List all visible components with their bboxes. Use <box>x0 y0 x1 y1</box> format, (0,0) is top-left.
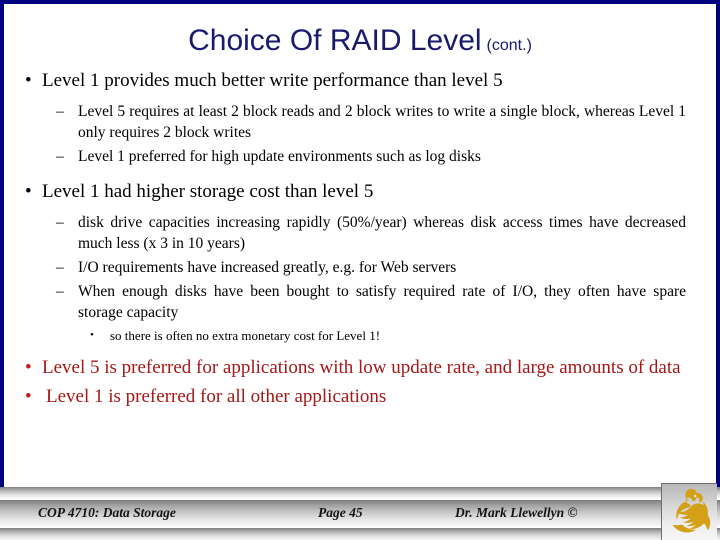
bullet-glyph-level2: – <box>56 259 64 276</box>
slide-footer: COP 4710: Data Storage Page 45 Dr. Mark … <box>0 486 720 540</box>
bullet-glyph-level1: • <box>25 70 32 91</box>
bullet-level2: – I/O requirements have increased greatl… <box>0 257 716 278</box>
bullet-glyph-level2: – <box>56 214 64 231</box>
bullet-level2: – Level 5 requires at least 2 block read… <box>0 101 716 143</box>
bullet-text: Level 5 is preferred for applications wi… <box>42 357 681 378</box>
bullet-glyph-level1: • <box>25 181 32 202</box>
bullet-text: Level 1 preferred for high update enviro… <box>78 148 481 165</box>
bullet-glyph-level2: – <box>56 148 64 165</box>
footer-author-label: Dr. Mark Llewellyn © <box>455 505 578 520</box>
slide-body: • Level 1 provides much better write per… <box>0 68 716 488</box>
bullet-level3: • so there is often no extra monetary co… <box>0 326 716 345</box>
ucf-pegasus-logo <box>661 483 717 540</box>
slide-title: Choice Of RAID Level (cont.) <box>0 24 720 58</box>
slide-title-continuation: (cont.) <box>486 37 532 54</box>
bullet-level1: • Level 1 provides much better write per… <box>0 68 716 94</box>
footer-band-bottom <box>0 528 720 540</box>
footer-page-number: Page 45 <box>318 505 363 520</box>
bullet-text: When enough disks have been bought to sa… <box>78 283 686 321</box>
slide-canvas: Choice Of RAID Level (cont.) • Level 1 pr… <box>0 0 720 540</box>
bullet-level1-highlight: • Level 1 is preferred for all other app… <box>0 384 716 410</box>
slide-border-top <box>0 0 720 4</box>
bullet-text: Level 5 requires at least 2 block reads … <box>78 103 686 141</box>
bullet-level2: – disk drive capacities increasing rapid… <box>0 212 716 254</box>
bullet-text: I/O requirements have increased greatly,… <box>78 259 457 276</box>
bullet-glyph-level2: – <box>56 283 64 300</box>
bullet-glyph-level2: – <box>56 103 64 120</box>
slide-title-main: Choice Of RAID Level <box>188 24 482 57</box>
footer-band-top <box>0 487 720 498</box>
bullet-glyph-level3: • <box>90 329 94 341</box>
bullet-level2: – Level 1 preferred for high update envi… <box>0 146 716 167</box>
bullet-text: disk drive capacities increasing rapidly… <box>78 214 686 252</box>
bullet-level1-highlight: • Level 5 is preferred for applications … <box>0 355 716 381</box>
bullet-level2: – When enough disks have been bought to … <box>0 281 716 323</box>
bullet-text: Level 1 is preferred for all other appli… <box>46 386 387 407</box>
bullet-text: Level 1 provides much better write perfo… <box>42 70 503 91</box>
footer-course-label: COP 4710: Data Storage <box>38 505 176 520</box>
bullet-glyph-level1: • <box>25 386 32 407</box>
slide-border-right <box>716 0 720 492</box>
bullet-level1: • Level 1 had higher storage cost than l… <box>0 179 716 205</box>
bullet-text: Level 1 had higher storage cost than lev… <box>42 181 374 202</box>
bullet-glyph-level1: • <box>25 357 32 378</box>
bullet-text: so there is often no extra monetary cost… <box>110 328 381 343</box>
